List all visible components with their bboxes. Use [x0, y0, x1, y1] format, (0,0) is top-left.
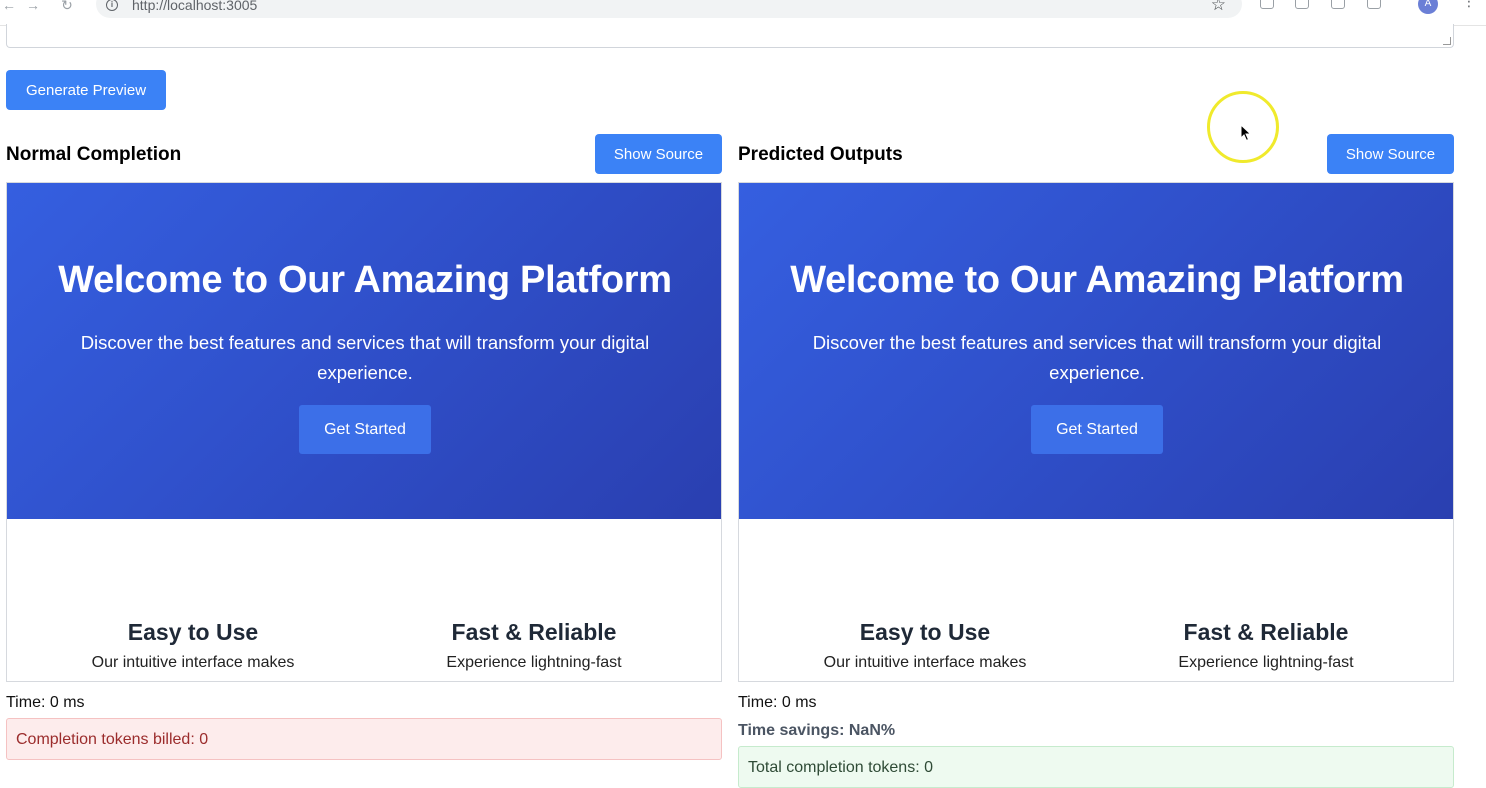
time-stat-normal: Time: 0 ms: [6, 694, 85, 711]
hero-section: Welcome to Our Amazing Platform Discover…: [739, 183, 1453, 519]
show-source-button-predicted[interactable]: Show Source: [1327, 134, 1454, 174]
feature-card: Easy to Use Our intuitive interface make…: [23, 619, 363, 672]
browser-toolbar: ← → ↻ i http://localhost:3005 ☆ A ⋮: [0, 0, 1486, 26]
back-icon[interactable]: ←: [0, 0, 18, 14]
panel-title-normal: Normal Completion: [6, 144, 182, 165]
feature-desc: Our intuitive interface makes: [823, 654, 1027, 671]
resize-handle-icon[interactable]: [1443, 37, 1451, 45]
feature-title: Easy to Use: [859, 619, 991, 645]
feature-card: Fast & Reliable Experience lightning-fas…: [1096, 619, 1436, 672]
prompt-textarea[interactable]: [6, 24, 1454, 48]
more-menu-icon[interactable]: ⋮: [1462, 0, 1476, 8]
time-stat-predicted: Time: 0 ms: [738, 694, 817, 711]
feature-card: Fast & Reliable Experience lightning-fas…: [364, 619, 704, 672]
hero-title: Welcome to Our Amazing Platform: [790, 259, 1404, 301]
generate-preview-button[interactable]: Generate Preview: [6, 70, 166, 110]
extension-icon[interactable]: [1331, 0, 1345, 9]
site-info-icon[interactable]: i: [106, 0, 118, 11]
hero-section: Welcome to Our Amazing Platform Discover…: [7, 183, 721, 519]
forward-icon[interactable]: →: [24, 0, 42, 14]
extension-icon[interactable]: [1260, 0, 1274, 9]
feature-desc: Our intuitive interface makes: [91, 654, 295, 671]
preview-frame-normal: Welcome to Our Amazing Platform Discover…: [6, 182, 722, 682]
get-started-button[interactable]: Get Started: [1031, 405, 1163, 454]
feature-title: Easy to Use: [127, 619, 259, 645]
show-source-button-normal[interactable]: Show Source: [595, 134, 722, 174]
feature-title: Fast & Reliable: [451, 619, 617, 645]
feature-title: Fast & Reliable: [1183, 619, 1349, 645]
get-started-button[interactable]: Get Started: [299, 405, 431, 454]
tokens-billed-alert: Completion tokens billed: 0: [6, 718, 722, 760]
hero-text: Discover the best features and services …: [80, 332, 650, 383]
hero-text: Discover the best features and services …: [812, 332, 1382, 383]
hero-title: Welcome to Our Amazing Platform: [58, 259, 672, 301]
time-savings-stat: Time savings: NaN%: [738, 722, 896, 739]
feature-desc: Experience lightning-fast: [1178, 654, 1354, 671]
bookmark-star-icon[interactable]: ☆: [1211, 0, 1226, 15]
panel-title-predicted: Predicted Outputs: [738, 144, 903, 165]
reload-icon[interactable]: ↻: [58, 0, 76, 14]
extension-icon[interactable]: [1295, 0, 1309, 9]
feature-card: Easy to Use Our intuitive interface make…: [755, 619, 1095, 672]
feature-desc: Experience lightning-fast: [446, 654, 622, 671]
puzzle-icon[interactable]: [1367, 0, 1381, 9]
address-bar[interactable]: i http://localhost:3005 ☆: [96, 0, 1242, 18]
url-text: http://localhost:3005: [132, 0, 258, 13]
preview-frame-predicted: Welcome to Our Amazing Platform Discover…: [738, 182, 1454, 682]
avatar[interactable]: A: [1418, 0, 1438, 14]
